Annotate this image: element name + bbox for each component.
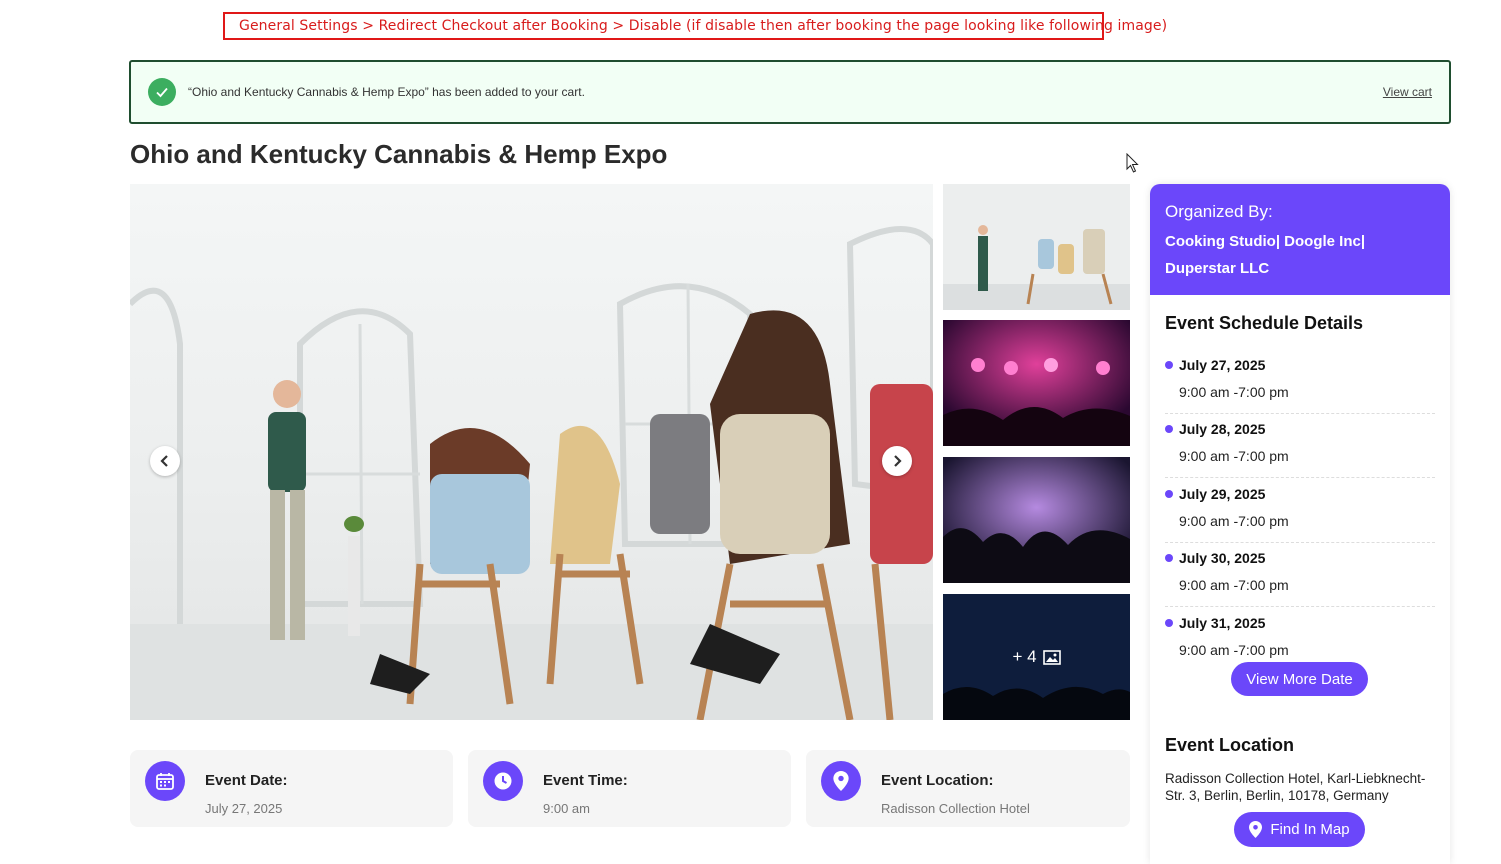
cart-added-notice: “Ohio and Kentucky Cannabis & Hemp Expo”… xyxy=(129,60,1451,124)
schedule-time: 9:00 am -7:00 pm xyxy=(1179,642,1289,658)
schedule-date: July 28, 2025 xyxy=(1179,421,1266,437)
view-more-date-button[interactable]: View More Date xyxy=(1231,662,1368,696)
schedule-date: July 30, 2025 xyxy=(1179,550,1266,566)
schedule-item: July 30, 2025 9:00 am -7:00 pm xyxy=(1165,542,1435,607)
gallery-prev-button[interactable] xyxy=(150,446,180,476)
schedule-time: 9:00 am -7:00 pm xyxy=(1179,513,1289,529)
event-location-label: Event Location: xyxy=(881,772,994,789)
event-date-value: July 27, 2025 xyxy=(205,801,283,816)
event-time-value: 9:00 am xyxy=(543,801,590,816)
find-in-map-label: Find In Map xyxy=(1270,821,1350,838)
find-in-map-button[interactable]: Find In Map xyxy=(1234,812,1365,847)
event-date-label: Event Date: xyxy=(205,772,288,789)
location-title: Event Location xyxy=(1165,735,1295,755)
schedule-item: July 29, 2025 9:00 am -7:00 pm xyxy=(1165,478,1435,543)
gallery-thumbnail-3[interactable] xyxy=(943,457,1130,583)
location-address: Radisson Collection Hotel, Karl-Liebknec… xyxy=(1165,771,1426,803)
chevron-right-icon xyxy=(894,455,902,467)
schedule-date: July 31, 2025 xyxy=(1179,615,1266,631)
bullet-icon xyxy=(1165,619,1173,627)
schedule-item: July 28, 2025 9:00 am -7:00 pm xyxy=(1165,413,1435,478)
bullet-icon xyxy=(1165,425,1173,433)
bullet-icon xyxy=(1165,490,1173,498)
main-gallery-image xyxy=(130,184,933,720)
map-pin-icon xyxy=(821,761,861,801)
event-date-card: Event Date: July 27, 2025 xyxy=(130,750,453,827)
chevron-left-icon xyxy=(160,455,168,467)
schedule-item: July 27, 2025 9:00 am -7:00 pm xyxy=(1165,349,1435,414)
event-time-card: Event Time: 9:00 am xyxy=(468,750,791,827)
event-sidebar: Organized By: Cooking Studio| Doogle Inc… xyxy=(1150,184,1450,864)
event-time-label: Event Time: xyxy=(543,772,628,789)
gallery-next-button[interactable] xyxy=(882,446,912,476)
schedule-time: 9:00 am -7:00 pm xyxy=(1179,384,1289,400)
calendar-icon xyxy=(145,761,185,801)
schedule-title: Event Schedule Details xyxy=(1165,313,1364,333)
event-location-card: Event Location: Radisson Collection Hote… xyxy=(806,750,1130,827)
checkmark-icon xyxy=(148,78,176,106)
event-title: Ohio and Kentucky Cannabis & Hemp Expo xyxy=(130,139,668,169)
mouse-cursor-icon xyxy=(1126,152,1140,178)
event-location-value: Radisson Collection Hotel xyxy=(881,801,1030,816)
gallery-thumbnail-1[interactable] xyxy=(943,184,1130,310)
instruction-annotation: General Settings > Redirect Checkout aft… xyxy=(223,12,1167,40)
clock-icon xyxy=(483,761,523,801)
schedule-date: July 29, 2025 xyxy=(1179,486,1266,502)
schedule-date: July 27, 2025 xyxy=(1179,357,1266,373)
bullet-icon xyxy=(1165,361,1173,369)
view-cart-link[interactable]: View cart xyxy=(1383,85,1432,99)
more-images-count: + 4 xyxy=(1012,647,1037,666)
map-pin-icon xyxy=(1249,821,1263,838)
bullet-icon xyxy=(1165,554,1173,562)
image-icon xyxy=(1042,649,1061,665)
organizer-panel: Organized By: Cooking Studio| Doogle Inc… xyxy=(1150,184,1450,295)
gallery-thumbnail-2[interactable] xyxy=(943,320,1130,446)
organized-by-label: Organized By: xyxy=(1165,202,1273,221)
notice-message: “Ohio and Kentucky Cannabis & Hemp Expo”… xyxy=(188,85,585,99)
organizer-names: Cooking Studio| Doogle Inc| Duperstar LL… xyxy=(1165,233,1366,277)
schedule-time: 9:00 am -7:00 pm xyxy=(1179,448,1289,464)
schedule-time: 9:00 am -7:00 pm xyxy=(1179,577,1289,593)
gallery-thumbnail-more[interactable]: + 4 xyxy=(943,594,1130,720)
